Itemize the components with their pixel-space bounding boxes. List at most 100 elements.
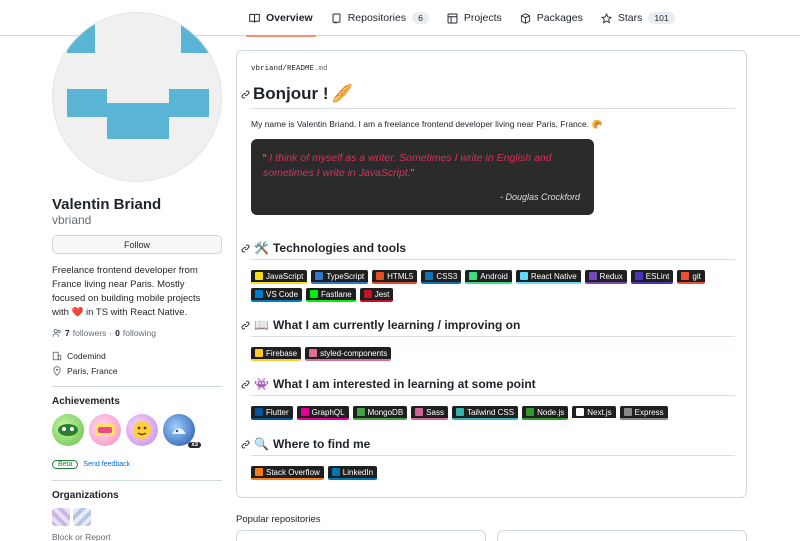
repo-card[interactable] xyxy=(497,530,747,541)
tech-badge[interactable]: Redux xyxy=(584,270,627,284)
link-icon[interactable] xyxy=(241,90,250,99)
tab-packages[interactable]: Packages xyxy=(511,0,592,36)
tab-overview[interactable]: Overview xyxy=(240,0,322,37)
achievements-feedback: Beta Send feedback xyxy=(52,460,130,469)
followers-link[interactable]: followers xyxy=(73,328,107,338)
organization-avatar[interactable] xyxy=(52,508,70,526)
tech-logo-icon xyxy=(455,408,464,416)
tab-label: Packages xyxy=(536,12,583,24)
followers-count[interactable]: 7 xyxy=(65,328,70,338)
tech-logo-icon xyxy=(356,408,365,416)
company-item: Codemind xyxy=(52,351,106,361)
badge-label: Flutter xyxy=(266,407,289,417)
quote-text: “ I think of myself as a writer. Sometim… xyxy=(263,151,582,180)
tech-badge[interactable]: HTML5 xyxy=(372,270,418,284)
follow-stats: 7 followers · 0 following xyxy=(52,328,156,338)
tab-projects[interactable]: Projects xyxy=(438,0,511,36)
popular-repositories-heading: Popular repositories xyxy=(236,514,321,525)
achievement-badge-pull-shark[interactable]: x3 xyxy=(163,414,201,448)
achievement-multiplier: x3 xyxy=(188,442,201,448)
following-count[interactable]: 0 xyxy=(115,328,120,338)
tech-badge[interactable]: TypeScript xyxy=(311,270,369,284)
tech-badge[interactable]: VS Code xyxy=(251,288,303,302)
tech-badge[interactable]: Jest xyxy=(359,288,394,302)
tech-badge[interactable]: JavaScript xyxy=(251,270,308,284)
following-link[interactable]: following xyxy=(123,328,156,338)
section-emoji: 📖 xyxy=(254,318,269,332)
tech-badge[interactable]: Express xyxy=(619,406,668,420)
readme-intro: My name is Valentin Briand. I am a freel… xyxy=(251,119,603,129)
open-quote-mark: “ xyxy=(263,152,267,164)
tech-badge[interactable]: git xyxy=(677,270,705,284)
tech-badge[interactable]: Flutter xyxy=(251,406,293,420)
send-feedback-link[interactable]: Send feedback xyxy=(83,461,130,468)
achievements-heading[interactable]: Achievements xyxy=(52,396,120,407)
readme-path-user[interactable]: vbriand xyxy=(251,65,283,73)
tech-logo-icon xyxy=(623,408,632,416)
tech-badge[interactable]: Sass xyxy=(411,406,448,420)
achievement-badge-yolo[interactable] xyxy=(89,414,121,446)
profile-tabs: Overview Repositories 6 Projects Package… xyxy=(240,0,684,37)
achievement-art xyxy=(172,428,186,434)
tech-badge[interactable]: ESLint xyxy=(630,270,674,284)
tech-badge[interactable]: styled-components xyxy=(305,347,392,361)
tab-repositories[interactable]: Repositories 6 xyxy=(322,0,438,36)
block-or-report-link[interactable]: Block or Report xyxy=(52,532,111,541)
organization-avatar[interactable] xyxy=(73,508,91,526)
achievement-badge-quickdraw[interactable] xyxy=(126,414,158,446)
tech-badge[interactable]: Firebase xyxy=(251,347,302,361)
badge-list: Firebase styled-components xyxy=(251,347,731,361)
section-emoji: 🔍 xyxy=(254,437,269,451)
section-heading: 🛠️ Technologies and tools xyxy=(241,241,406,255)
tech-badge[interactable]: LinkedIn xyxy=(327,466,378,480)
badge-label: Next.js xyxy=(587,407,612,417)
star-icon xyxy=(600,12,612,24)
badge-label: Tailwind CSS xyxy=(466,407,515,417)
book-icon xyxy=(249,13,260,23)
tab-stars[interactable]: Stars 101 xyxy=(592,0,684,36)
tech-logo-icon xyxy=(576,408,585,416)
readme-path-file: README xyxy=(287,65,315,73)
link-icon[interactable] xyxy=(241,380,250,389)
table-icon xyxy=(447,13,458,23)
tech-logo-icon xyxy=(255,290,263,298)
badge-list: Stack Overflow LinkedIn xyxy=(251,466,731,480)
tech-logo-icon xyxy=(310,290,319,298)
tech-badge[interactable]: Fastlane xyxy=(306,288,356,302)
badge-label: Jest xyxy=(374,289,390,299)
avatar[interactable] xyxy=(52,12,222,182)
link-icon[interactable] xyxy=(241,440,250,449)
follow-button[interactable]: Follow xyxy=(52,235,222,254)
baguette-emoji: 🥖 xyxy=(331,84,353,103)
achievement-badge-yolo-green[interactable] xyxy=(52,414,84,446)
tech-badge[interactable]: Android xyxy=(465,270,512,284)
tech-badge[interactable]: Next.js xyxy=(572,406,616,420)
profile-bio: Freelance frontend developer from France… xyxy=(52,264,212,320)
tech-badge[interactable]: GraphQL xyxy=(296,406,349,420)
link-icon[interactable] xyxy=(241,244,250,253)
badge-label: JavaScript xyxy=(266,271,304,281)
badge-label: Sass xyxy=(426,407,444,417)
badge-label: ESLint xyxy=(645,271,670,281)
tech-logo-icon xyxy=(255,349,263,357)
achievement-art xyxy=(95,424,115,436)
tech-logo-icon xyxy=(309,349,318,357)
tech-badge[interactable]: MongoDB xyxy=(352,406,408,420)
badge-label: GraphQL xyxy=(311,407,345,417)
tech-logo-icon xyxy=(255,272,263,280)
tech-logo-icon xyxy=(376,272,385,280)
tech-badge[interactable]: CSS3 xyxy=(421,270,462,284)
repo-card[interactable] xyxy=(236,530,486,541)
heading-rule xyxy=(251,395,735,396)
badge-list: Flutter GraphQL MongoDB Sass Tailwind CSS Nod… xyxy=(251,406,731,420)
tech-badge[interactable]: Node.js xyxy=(522,406,569,420)
organizations-list xyxy=(52,508,91,526)
tech-badge[interactable]: Tailwind CSS xyxy=(451,406,519,420)
tech-badge[interactable]: Stack Overflow xyxy=(251,466,324,480)
section-emoji: 👾 xyxy=(254,377,269,391)
section-heading: 📖 What I am currently learning / improvin… xyxy=(241,318,520,332)
tech-logo-icon xyxy=(331,468,340,476)
link-icon[interactable] xyxy=(241,321,250,330)
badge-label: VS Code xyxy=(266,289,299,299)
tech-badge[interactable]: React Native xyxy=(515,270,581,284)
